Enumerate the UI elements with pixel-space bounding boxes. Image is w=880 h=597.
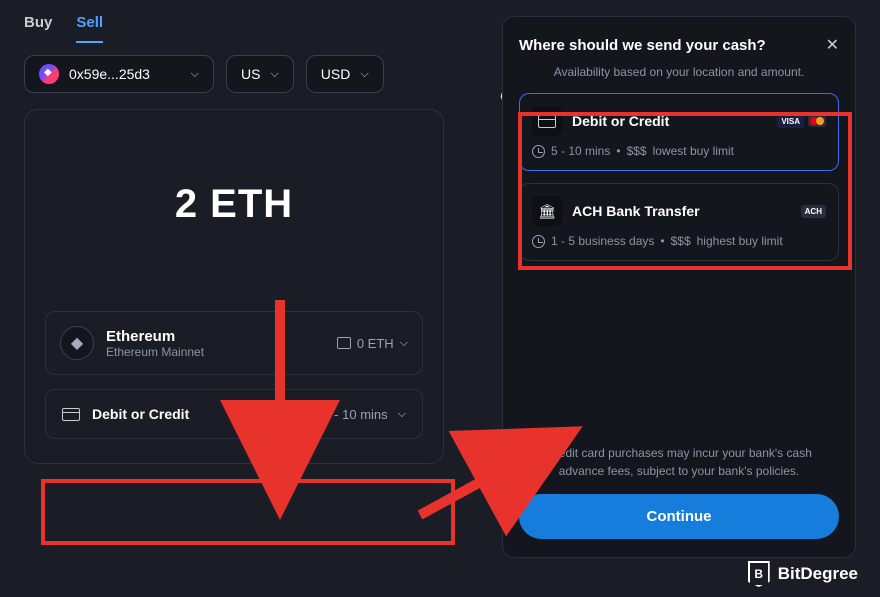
option-debit-credit[interactable]: Debit or Credit VISA 5 - 10 mins • $$$ l… xyxy=(519,93,839,171)
payout-destination-sheet: Where should we send your cash? ✕ Availa… xyxy=(502,16,856,558)
clock-icon xyxy=(300,408,313,421)
option-cost: $$$ xyxy=(627,144,647,158)
chevron-down-icon: ⌵ xyxy=(270,68,278,81)
option-time: 5 - 10 mins xyxy=(551,144,610,158)
country-code: US xyxy=(241,66,260,82)
wallet-icon xyxy=(337,337,351,349)
option-limit: highest buy limit xyxy=(697,234,783,248)
ethereum-icon: ◆ xyxy=(60,326,94,360)
continue-button[interactable]: Continue xyxy=(519,494,839,539)
asset-selector[interactable]: ◆ Ethereum Ethereum Mainnet 0 ETH ⌵ xyxy=(45,311,423,375)
asset-name: Ethereum xyxy=(106,328,204,345)
method-label: Debit or Credit xyxy=(92,406,189,422)
option-ach-transfer[interactable]: 🏛 ACH Bank Transfer ACH 1 - 5 business d… xyxy=(519,183,839,261)
amount-display[interactable]: 2 ETH xyxy=(45,182,423,227)
chevron-down-icon: ⌵ xyxy=(398,408,406,421)
wallet-address: 0x59e...25d3 xyxy=(69,66,150,82)
method-time: 5 - 10 mins xyxy=(323,407,387,422)
chevron-down-icon: ⌵ xyxy=(400,337,408,350)
card-icon xyxy=(532,106,562,136)
option-title: Debit or Credit xyxy=(572,113,767,129)
disclaimer-text: Credit card purchases may incur your ban… xyxy=(519,444,839,480)
bitdegree-logo-icon: B xyxy=(748,561,770,587)
mastercard-badge xyxy=(808,115,826,127)
watermark-text: BitDegree xyxy=(778,564,858,584)
watermark: B BitDegree xyxy=(748,561,858,587)
sheet-subtitle: Availability based on your location and … xyxy=(519,65,839,79)
sheet-title: Where should we send your cash? xyxy=(519,37,766,54)
close-icon[interactable]: ✕ xyxy=(826,35,839,55)
annotation-highlight xyxy=(41,479,455,545)
currency-code: USD xyxy=(321,66,351,82)
bank-icon: 🏛 xyxy=(532,196,562,226)
option-cost: $$$ xyxy=(671,234,691,248)
clock-icon xyxy=(532,145,545,158)
tab-sell[interactable]: Sell xyxy=(76,14,103,43)
wallet-selector[interactable]: 0x59e...25d3 ⌵ xyxy=(24,55,214,93)
sell-panel: 2 ETH ◆ Ethereum Ethereum Mainnet 0 ETH … xyxy=(24,109,444,464)
ach-badge: ACH xyxy=(801,205,826,218)
chevron-down-icon: ⌵ xyxy=(360,68,368,81)
chevron-down-icon: ⌵ xyxy=(191,68,199,81)
visa-badge: VISA xyxy=(777,115,804,128)
option-limit: lowest buy limit xyxy=(653,144,734,158)
currency-selector[interactable]: USD ⌵ xyxy=(306,55,384,93)
payout-method-selector[interactable]: Debit or Credit 5 - 10 mins ⌵ xyxy=(45,389,423,439)
option-title: ACH Bank Transfer xyxy=(572,203,791,219)
card-icon xyxy=(62,408,80,421)
option-time: 1 - 5 business days xyxy=(551,234,654,248)
country-selector[interactable]: US ⌵ xyxy=(226,55,294,93)
asset-balance: 0 ETH xyxy=(357,336,394,351)
clock-icon xyxy=(532,235,545,248)
tab-buy[interactable]: Buy xyxy=(24,14,52,43)
ethereum-icon xyxy=(39,64,59,84)
asset-network: Ethereum Mainnet xyxy=(106,345,204,359)
